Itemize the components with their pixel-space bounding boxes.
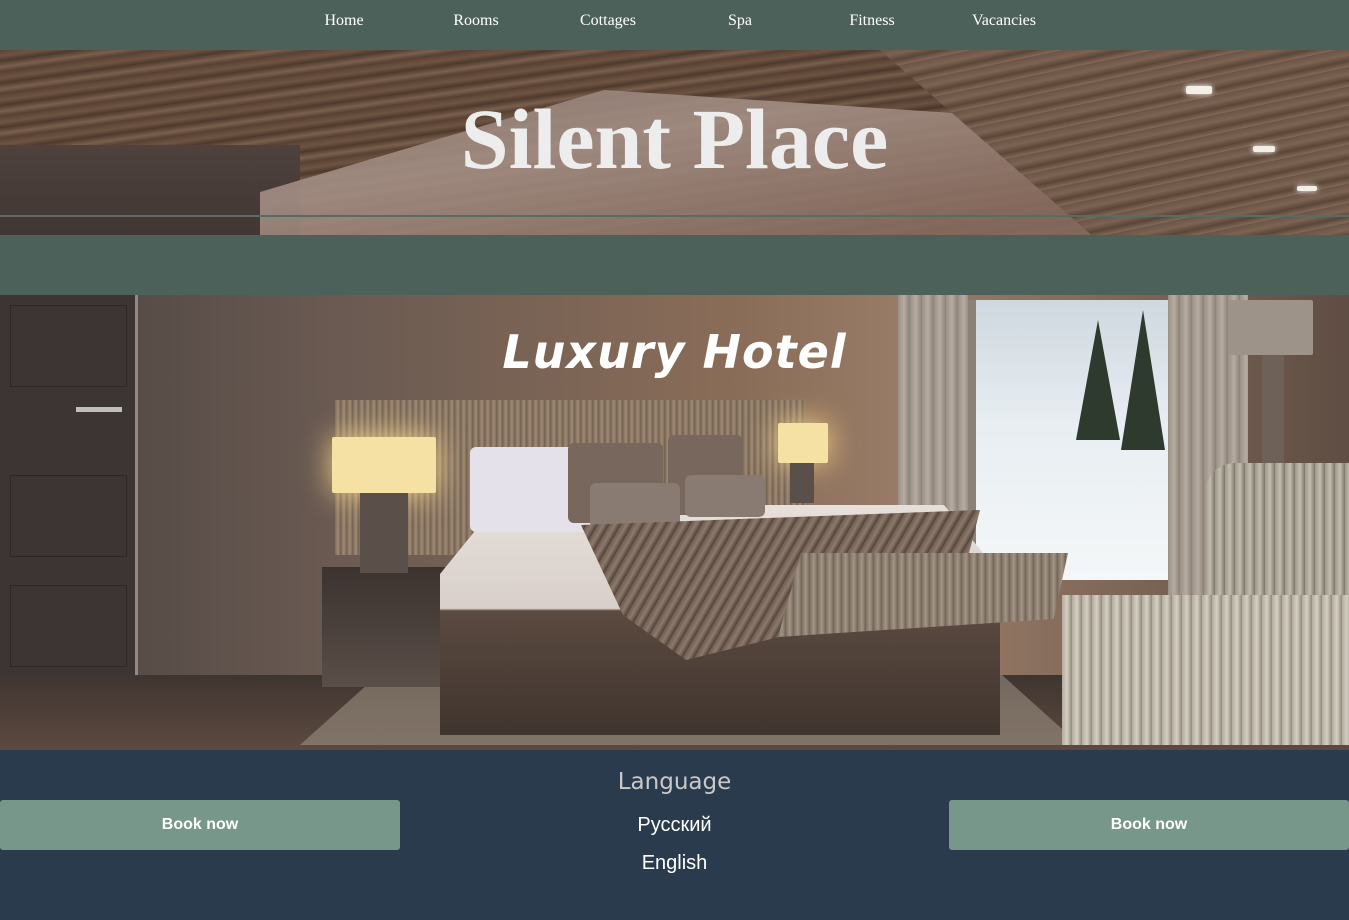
language-english-link[interactable]: English bbox=[0, 852, 1349, 875]
pillow bbox=[685, 475, 765, 517]
nav-spa[interactable]: Spa bbox=[674, 12, 806, 30]
language-heading: Language bbox=[617, 769, 732, 795]
pillow bbox=[590, 483, 680, 528]
top-nav: Home Rooms Cottages Spa Fitness Vacancie… bbox=[0, 0, 1349, 50]
ceiling-light-icon bbox=[1186, 86, 1212, 94]
hero-armchair bbox=[1205, 463, 1349, 603]
lamp-base-left bbox=[360, 493, 408, 573]
hero-ottoman bbox=[1062, 595, 1349, 745]
spacer-band bbox=[0, 235, 1349, 295]
lamp-shade-right bbox=[778, 423, 828, 463]
nav-cottages[interactable]: Cottages bbox=[542, 12, 674, 30]
door-panel bbox=[10, 585, 127, 667]
hero-image: Luxury Hotel bbox=[0, 295, 1349, 750]
book-now-button-right[interactable]: Book now bbox=[949, 800, 1349, 850]
ceiling-light-icon bbox=[1297, 186, 1317, 191]
door-panel bbox=[10, 475, 127, 557]
nav-rooms[interactable]: Rooms bbox=[410, 12, 542, 30]
door-handle-icon bbox=[76, 407, 122, 412]
footer: Book now Language Русский English Book n… bbox=[0, 750, 1349, 920]
nav-vacancies[interactable]: Vacancies bbox=[938, 12, 1070, 30]
hero-title: Luxury Hotel bbox=[502, 325, 847, 379]
lamp-shade-left bbox=[332, 437, 436, 493]
banner-divider bbox=[0, 215, 1349, 217]
header-banner-image: Silent Place bbox=[0, 50, 1349, 235]
nav-home[interactable]: Home bbox=[278, 12, 410, 30]
nav-fitness[interactable]: Fitness bbox=[806, 12, 938, 30]
site-title: Silent Place bbox=[460, 91, 889, 187]
lamp-base-right bbox=[790, 463, 814, 503]
